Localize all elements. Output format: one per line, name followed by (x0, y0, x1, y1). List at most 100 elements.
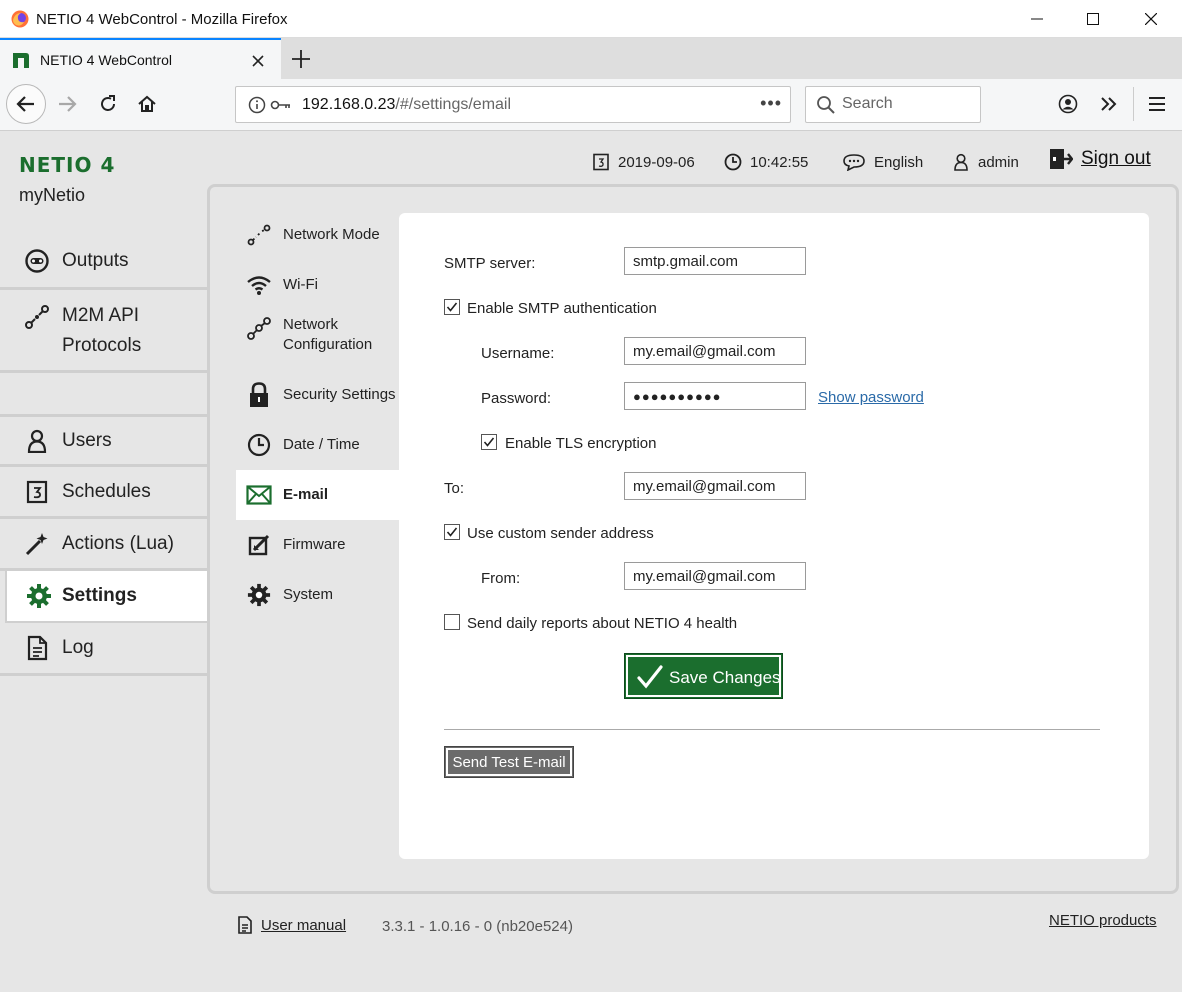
tab-netio[interactable]: NETIO 4 WebControl (0, 38, 281, 79)
gear-icon (246, 582, 272, 608)
password-input[interactable]: ●●●●●●●●●● (624, 382, 806, 410)
smtp-server-label: SMTP server: (444, 255, 536, 272)
device-name: myNetio (19, 185, 86, 205)
user-manual-link[interactable]: User manual (237, 916, 346, 934)
sidebar-item-m2m-api[interactable]: M2M API Protocols (0, 290, 208, 373)
netio-products-link[interactable]: NETIO products (1049, 912, 1157, 929)
sidebar-item-log[interactable]: Log (0, 623, 208, 676)
enable-smtp-auth-label[interactable]: Enable SMTP authentication (467, 300, 657, 317)
forward-button[interactable] (54, 91, 80, 117)
chevron-double-right-icon (1101, 97, 1117, 111)
back-button[interactable] (6, 84, 46, 124)
forward-arrow-icon (59, 96, 77, 112)
document-icon (24, 635, 50, 661)
page-actions-button[interactable]: ••• (760, 93, 782, 114)
url-text: 192.168.0.23/#/settings/email (302, 96, 512, 113)
home-button[interactable] (134, 91, 160, 117)
reload-button[interactable] (95, 91, 121, 117)
clock-icon (246, 432, 272, 458)
time-display: 10:42:55 (724, 149, 808, 175)
checkmark-icon (446, 302, 458, 312)
subnav-item-system[interactable]: System (236, 575, 401, 615)
sign-out-link[interactable]: Sign out (1049, 146, 1151, 172)
subnav-item-date-time[interactable]: Date / Time (236, 425, 401, 465)
tab-label: NETIO 4 WebControl (40, 52, 173, 68)
enable-smtp-auth-checkbox[interactable] (444, 299, 460, 315)
main-menu-button[interactable] (1144, 91, 1170, 117)
send-test-email-button[interactable]: Send Test E-mail (444, 746, 574, 778)
network-mode-icon (246, 222, 272, 248)
navigation-toolbar: 192.168.0.23/#/settings/email ••• (0, 79, 1182, 131)
settings-panel: Network Mode Wi-Fi Network Configuration… (207, 184, 1179, 894)
maximize-icon (1087, 13, 1099, 25)
minimize-button[interactable] (1008, 0, 1066, 38)
reload-icon (101, 95, 115, 111)
checkmark-icon (483, 437, 495, 447)
save-changes-button[interactable]: Save Changes (624, 653, 783, 699)
form-divider (444, 729, 1100, 730)
user-icon (954, 153, 968, 171)
daily-reports-label[interactable]: Send daily reports about NETIO 4 health (467, 615, 737, 632)
subnav-item-network-configuration[interactable]: Network Configuration (236, 310, 401, 360)
account-button[interactable] (1055, 91, 1081, 117)
new-tab-icon[interactable] (290, 48, 312, 70)
netio-logo[interactable]: NETIO 4 (19, 153, 115, 177)
subnav-item-security-settings[interactable]: Security Settings (236, 375, 401, 415)
checkmark-icon (637, 665, 663, 689)
home-icon (138, 95, 156, 112)
username-label: Username: (481, 345, 555, 362)
address-bar[interactable]: 192.168.0.23/#/settings/email ••• (235, 86, 791, 123)
document-icon (238, 916, 252, 934)
to-label: To: (444, 480, 465, 497)
current-user[interactable]: admin (952, 149, 1019, 175)
from-label: From: (481, 570, 521, 587)
window-title: NETIO 4 WebControl - Mozilla Firefox (36, 11, 288, 28)
sidebar-item-outputs[interactable]: Outputs (0, 235, 208, 290)
info-icon[interactable] (248, 96, 266, 114)
sidebar-item-schedules[interactable]: Schedules (0, 467, 208, 519)
sign-out-icon (1050, 149, 1073, 169)
window-titlebar: NETIO 4 WebControl - Mozilla Firefox (0, 0, 1182, 38)
subnav-item-email[interactable]: E-mail (236, 470, 401, 520)
firmware-icon (246, 532, 272, 558)
clock-icon (724, 153, 742, 171)
username-input[interactable] (624, 337, 806, 365)
hamburger-menu-icon (1149, 97, 1165, 111)
wifi-icon (246, 272, 272, 298)
enable-tls-checkbox[interactable] (481, 434, 497, 450)
sidebar-item-actions-lua[interactable]: Actions (Lua) (0, 519, 208, 571)
subnav-item-network-mode[interactable]: Network Mode (236, 215, 401, 255)
wand-icon (24, 531, 50, 557)
maximize-button[interactable] (1064, 0, 1122, 38)
daily-reports-checkbox[interactable] (444, 614, 460, 630)
firmware-version: 3.3.1 - 1.0.16 - 0 (nb20e524) (382, 918, 573, 935)
from-input[interactable] (624, 562, 806, 590)
key-icon[interactable] (270, 97, 292, 113)
close-window-button[interactable] (1122, 0, 1180, 38)
lock-icon (246, 382, 272, 408)
overflow-menu-button[interactable] (1096, 91, 1122, 117)
language-selector[interactable]: English (842, 149, 923, 175)
show-password-link[interactable]: Show password (818, 389, 924, 406)
firefox-icon (11, 10, 29, 28)
subnav-item-wifi[interactable]: Wi-Fi (236, 265, 401, 305)
custom-sender-label[interactable]: Use custom sender address (467, 525, 654, 542)
netio-webpage: NETIO 4 myNetio 2019-09-06 10:42:55 Engl… (0, 131, 1182, 992)
envelope-icon (246, 482, 272, 508)
search-input[interactable] (842, 95, 972, 113)
sidebar-item-settings[interactable]: Settings (5, 569, 212, 623)
api-icon (24, 304, 50, 330)
calendar-icon (24, 479, 50, 505)
search-bar[interactable] (805, 86, 981, 123)
smtp-server-input[interactable] (624, 247, 806, 275)
account-icon (1058, 94, 1078, 114)
user-icon (24, 428, 50, 454)
subnav-item-firmware[interactable]: Firmware (236, 525, 401, 565)
calendar-icon (593, 153, 609, 171)
enable-tls-label[interactable]: Enable TLS encryption (505, 435, 657, 452)
to-input[interactable] (624, 472, 806, 500)
tab-close-icon[interactable] (251, 54, 265, 68)
sidebar-item-users[interactable]: Users (0, 414, 208, 467)
toolbar-separator (1133, 87, 1134, 121)
custom-sender-checkbox[interactable] (444, 524, 460, 540)
